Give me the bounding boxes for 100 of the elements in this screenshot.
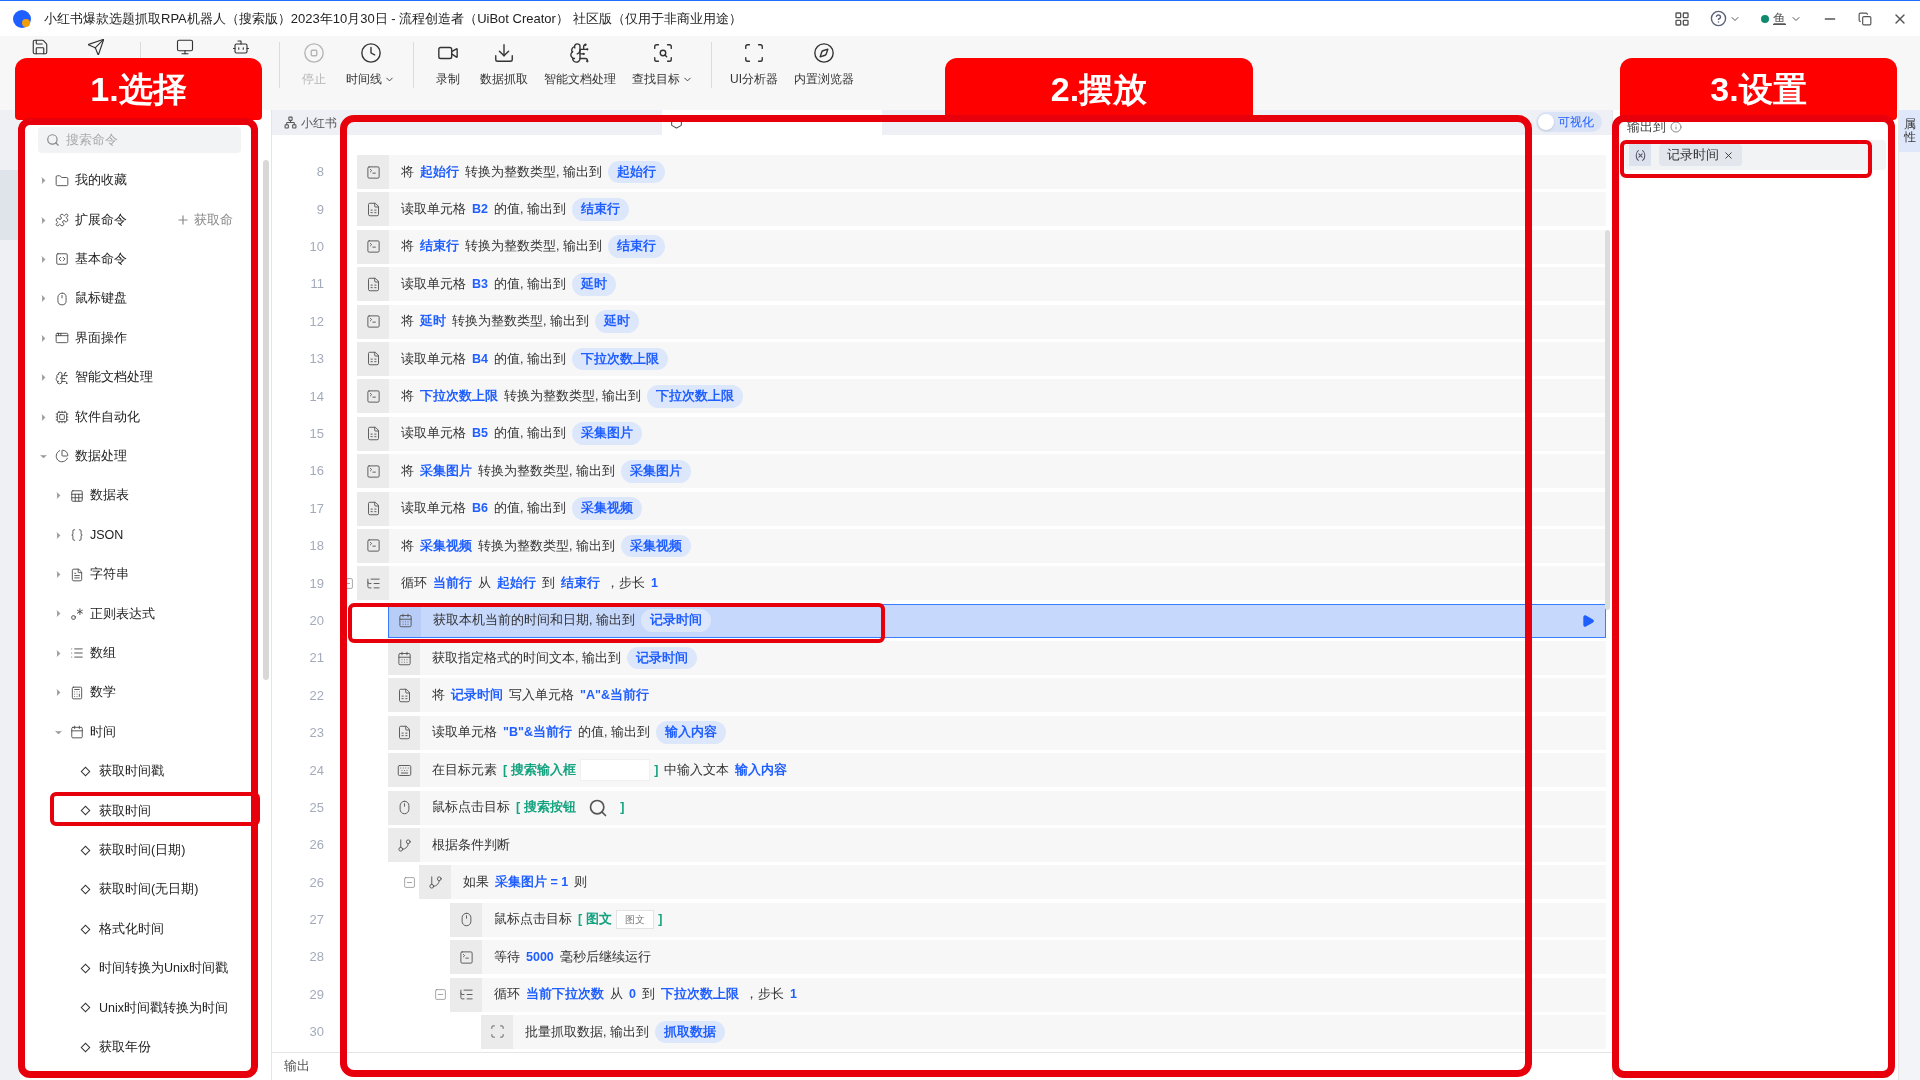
- command-row[interactable]: 循环 当前行 从 起始行 到 结束行 ，步长 1: [357, 566, 1606, 601]
- tree-item[interactable]: 正则表达式: [20, 594, 259, 634]
- toolbar-button[interactable]: 内置浏览器: [786, 38, 862, 94]
- run-icon[interactable]: [1581, 613, 1595, 628]
- tree-item[interactable]: Unix时间戳转换为时间: [20, 988, 259, 1028]
- tree-item[interactable]: 字符串: [20, 554, 259, 595]
- editor-tab[interactable]: 小红书: [276, 110, 396, 135]
- command-row[interactable]: 将 采集视频 转换为整数类型, 输出到 采集视频: [357, 528, 1606, 563]
- tree-item[interactable]: 鼠标键盘: [20, 279, 259, 319]
- line-number: 10: [308, 238, 325, 257]
- scrollbar[interactable]: [263, 160, 269, 680]
- tree-item[interactable]: 获取时间: [20, 791, 259, 831]
- toolbar-button[interactable]: 查找目标: [624, 38, 701, 94]
- command-row[interactable]: 读取单元格 B2 的值, 输出到 结束行: [357, 192, 1606, 227]
- command-row[interactable]: 读取单元格 "B"&当前行 的值, 输出到 输入内容: [388, 715, 1606, 750]
- variable-text: B3: [472, 275, 488, 293]
- spreadsheet-icon: [365, 501, 381, 516]
- line-number: 22: [308, 686, 325, 705]
- output-variable-tag: 下拉次数上限: [646, 384, 743, 408]
- command-text: 则: [574, 874, 588, 892]
- command-row[interactable]: 在目标元素 [ 搜索输入框 ] 中输入文本 输入内容: [388, 753, 1606, 788]
- output-variable-tag: 输入内容: [655, 721, 726, 745]
- help-icon[interactable]: [1710, 10, 1727, 27]
- command-row[interactable]: 鼠标点击目标 [ 图文 图文 ]: [450, 902, 1606, 937]
- code-icon: [55, 252, 69, 267]
- plus-icon[interactable]: [176, 213, 190, 228]
- output-panel-label[interactable]: 输出: [284, 1057, 310, 1077]
- command-row[interactable]: 将 结束行 转换为整数类型, 输出到 结束行: [357, 229, 1606, 264]
- collapse-icon[interactable]: [403, 875, 416, 889]
- command-row[interactable]: 循环 当前下拉次数 从 0 到 下拉次数上限 ，步长 1: [450, 977, 1606, 1012]
- tree-item[interactable]: 数据处理: [20, 436, 259, 477]
- command-text: 写入单元格: [509, 687, 574, 705]
- toolbar-button[interactable]: 录制: [424, 38, 472, 94]
- command-row[interactable]: 读取单元格 B3 的值, 输出到 延时: [357, 267, 1606, 302]
- line-number: 29: [308, 985, 325, 1004]
- get-commands-link[interactable]: 获取命: [194, 210, 233, 230]
- visualize-toggle[interactable]: 可视化: [1536, 112, 1602, 132]
- line-number: 14: [308, 387, 325, 406]
- tree-item[interactable]: 时间: [20, 712, 259, 752]
- command-row[interactable]: 读取单元格 B5 的值, 输出到 采集图片: [357, 416, 1606, 451]
- tree-item[interactable]: 格式化时间: [20, 909, 259, 949]
- tree-item[interactable]: JSON: [20, 515, 259, 555]
- command-row[interactable]: 读取单元格 B4 的值, 输出到 下拉次数上限: [357, 341, 1606, 376]
- command-row[interactable]: 获取本机当前的时间和日期, 输出到 记录时间: [388, 603, 1606, 638]
- command-row[interactable]: 读取单元格 B6 的值, 输出到 采集视频: [357, 491, 1606, 526]
- command-row[interactable]: 将 采集图片 转换为整数类型, 输出到 采集图片: [357, 454, 1606, 489]
- restore-icon[interactable]: [1858, 11, 1872, 26]
- tree-item[interactable]: 智能文档处理: [20, 357, 259, 398]
- toolbar-button[interactable]: 数据抓取: [472, 38, 536, 94]
- branch-icon: [396, 837, 412, 853]
- tree-item[interactable]: 时间转换为Unix时间戳: [20, 948, 259, 989]
- command-row[interactable]: 获取指定格式的时间文本, 输出到 记录时间: [388, 641, 1606, 676]
- command-text: 批量抓取数据, 输出到: [525, 1023, 649, 1041]
- side-tab[interactable]: [0, 170, 20, 240]
- variable-text: 采集图片 = 1: [495, 874, 569, 892]
- tree-item[interactable]: 软件自动化: [20, 397, 259, 437]
- monitor-icon: [176, 38, 194, 56]
- side-tab[interactable]: 属性: [1899, 110, 1920, 153]
- command-text: 的值, 输出到: [494, 275, 566, 293]
- toolbar-button[interactable]: 智能文档处理: [536, 38, 624, 94]
- command-row[interactable]: 如果 采集图片 = 1 则: [419, 865, 1606, 900]
- variable-text: 5000: [526, 948, 554, 966]
- tree-item[interactable]: 基本命令: [20, 239, 259, 280]
- tree-item[interactable]: 数据表: [20, 476, 259, 516]
- command-text: 到: [542, 574, 555, 592]
- toolbar-button[interactable]: UI分析器: [722, 38, 786, 94]
- mouse-icon: [55, 291, 69, 306]
- user-name[interactable]: 鱼: [1773, 8, 1786, 29]
- command-row[interactable]: 等待 5000 毫秒后继续运行: [450, 940, 1606, 975]
- collapse-icon[interactable]: [434, 988, 447, 1002]
- command-text: 的值, 输出到: [494, 500, 566, 518]
- apps-icon[interactable]: [1674, 10, 1690, 27]
- target-preview: 图文: [616, 910, 655, 930]
- tree-item[interactable]: 获取时间(日期): [20, 830, 259, 871]
- command-row[interactable]: 将 记录时间 写入单元格 "A"&当前行: [388, 678, 1606, 713]
- command-row[interactable]: 将 起始行 转换为整数类型, 输出到 起始行: [357, 155, 1606, 189]
- command-row[interactable]: 鼠标点击目标 [ 搜索按钮 ]: [388, 790, 1606, 825]
- app-logo-icon: [12, 8, 32, 29]
- tree-item[interactable]: 获取年份: [20, 1027, 259, 1067]
- tree-item[interactable]: 获取时间(无日期): [20, 870, 259, 910]
- line-number: 11: [309, 275, 325, 294]
- tree-item[interactable]: 我的收藏: [20, 161, 259, 201]
- toolbar-button[interactable]: 时间线: [338, 38, 403, 94]
- command-row[interactable]: 将 延时 转换为整数类型, 输出到 延时: [357, 304, 1606, 339]
- command-row[interactable]: 根据条件判断: [388, 828, 1606, 863]
- output-variable-tag: 结束行: [607, 235, 665, 259]
- variable-chip[interactable]: 记录时间: [1659, 144, 1742, 166]
- command-row[interactable]: 批量抓取数据, 输出到 抓取数据: [481, 1015, 1606, 1049]
- remove-icon[interactable]: [1723, 149, 1734, 161]
- tree-item[interactable]: 获取时间戳: [20, 751, 259, 792]
- variable-text: B4: [472, 350, 488, 368]
- command-text: 读取单元格: [432, 724, 497, 742]
- tree-item[interactable]: 数学: [20, 673, 259, 713]
- command-text: 将: [432, 687, 445, 705]
- tree-item[interactable]: 扩展命令 获取命: [20, 200, 259, 240]
- scrollbar[interactable]: [1605, 230, 1610, 610]
- tree-item[interactable]: 界面操作: [20, 318, 259, 358]
- tree-item[interactable]: 数组: [20, 633, 259, 674]
- save-icon: [31, 38, 49, 56]
- command-row[interactable]: 将 下拉次数上限 转换为整数类型, 输出到 下拉次数上限: [357, 379, 1606, 414]
